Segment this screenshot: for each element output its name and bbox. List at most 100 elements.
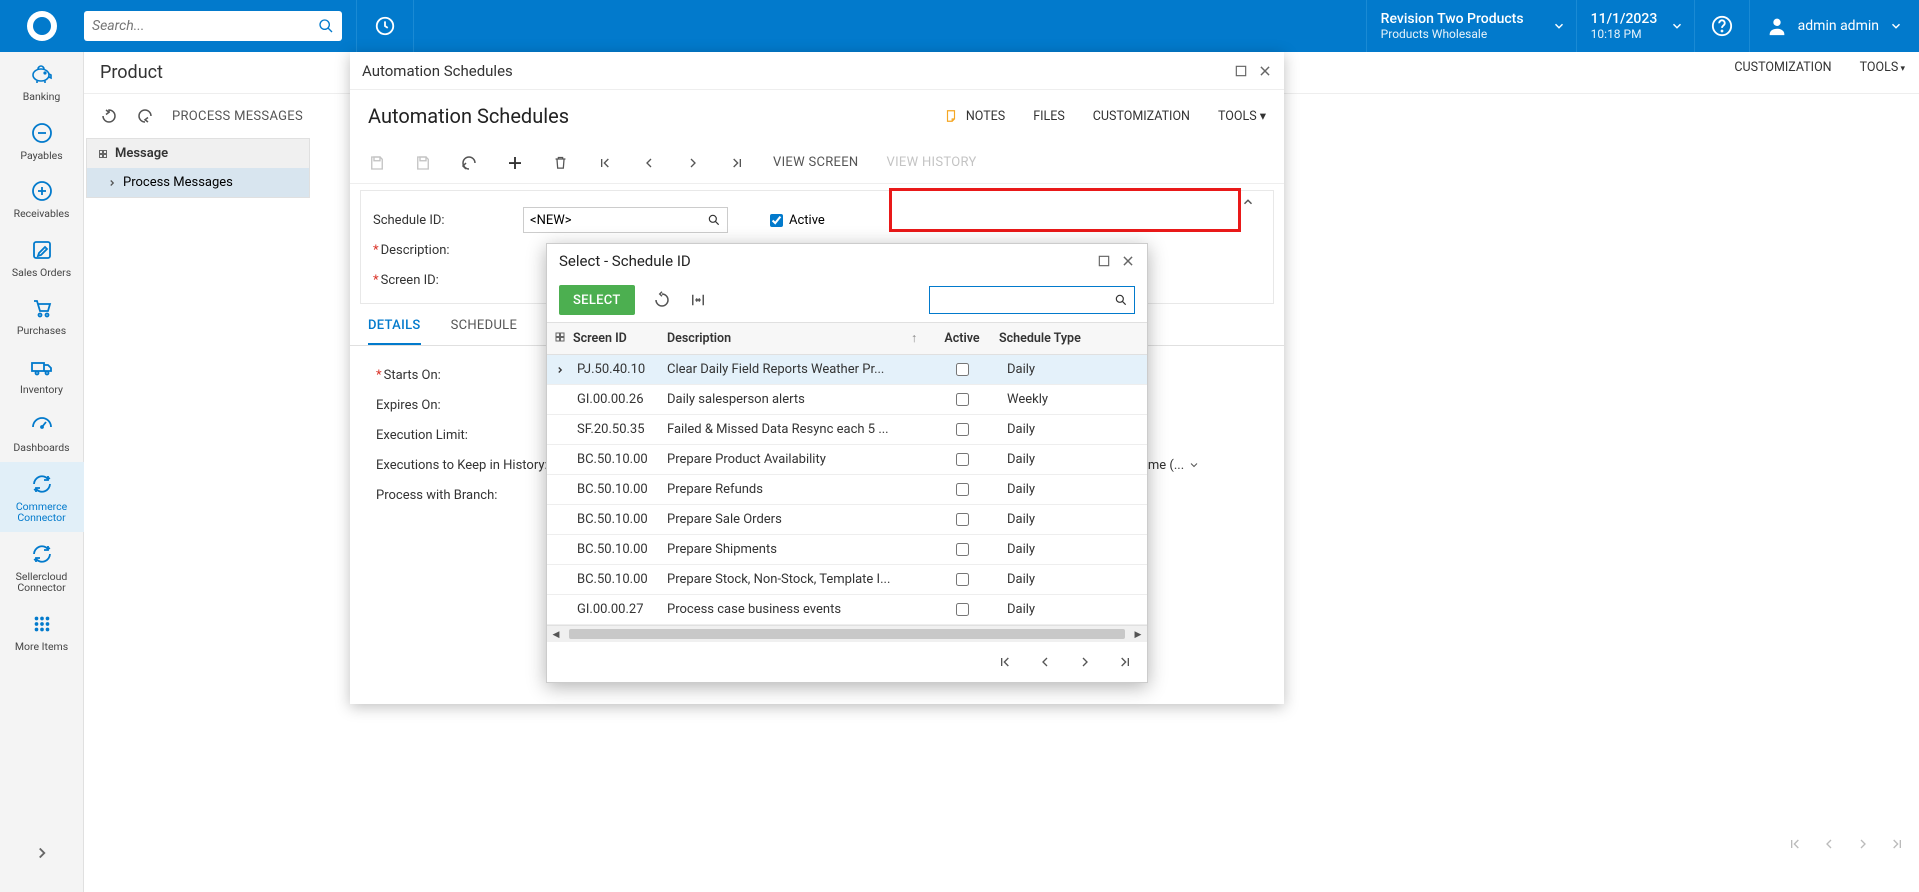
popup-search-input[interactable]	[936, 293, 1114, 308]
files-button[interactable]: FILES	[1033, 109, 1065, 124]
last-page-icon[interactable]	[1889, 836, 1905, 852]
column-config-icon[interactable]	[547, 323, 573, 354]
nav-purchases[interactable]: Purchases	[0, 286, 84, 345]
nav-receivables[interactable]: Receivables	[0, 169, 84, 228]
active-checkbox[interactable]	[956, 513, 969, 526]
maximize-icon[interactable]	[1234, 64, 1248, 78]
prev-record-icon[interactable]	[641, 155, 657, 171]
active-checkbox[interactable]	[956, 573, 969, 586]
nav-commerce-connector[interactable]: Commerce Connector	[0, 462, 84, 532]
prev-page-icon[interactable]	[1037, 654, 1053, 670]
cell-screen-id: BC.50.10.00	[573, 542, 667, 557]
prev-page-icon[interactable]	[1821, 836, 1837, 852]
message-panel-header[interactable]: Message	[87, 139, 309, 168]
tools-menu[interactable]: TOOLS	[1860, 60, 1905, 75]
popup-search[interactable]	[929, 286, 1135, 314]
cell-schedule-type: Daily	[999, 572, 1147, 587]
tab-schedule[interactable]: SCHEDULE	[451, 308, 518, 345]
grid-row[interactable]: GI.00.00.26Daily salesperson alertsWeekl…	[547, 385, 1147, 415]
customization-button[interactable]: CUSTOMIZATION	[1093, 109, 1190, 124]
discard-icon[interactable]	[460, 154, 478, 172]
cell-description: Daily salesperson alerts	[667, 392, 911, 407]
first-page-icon[interactable]	[1787, 836, 1803, 852]
lookup-icon[interactable]	[707, 213, 721, 227]
first-page-icon[interactable]	[997, 654, 1013, 670]
col-description[interactable]: Description	[667, 323, 911, 354]
modal-heading: Automation Schedules	[368, 104, 569, 128]
nav-banking[interactable]: Banking	[0, 52, 84, 111]
col-schedule-type[interactable]: Schedule Type	[999, 323, 1147, 354]
nav-more-items[interactable]: More Items	[0, 602, 84, 661]
tenant-switcher[interactable]: Revision Two Products Products Wholesale	[1366, 0, 1576, 52]
grid-row[interactable]: GI.00.00.27Process case business eventsD…	[547, 595, 1147, 625]
next-page-icon[interactable]	[1855, 836, 1871, 852]
active-checkbox[interactable]	[956, 423, 969, 436]
nav-sales-orders[interactable]: Sales Orders	[0, 228, 84, 287]
help-button[interactable]	[1694, 0, 1749, 52]
view-screen-button[interactable]: VIEW SCREEN	[773, 155, 859, 170]
active-checkbox[interactable]	[770, 214, 783, 227]
search-icon[interactable]	[318, 18, 334, 34]
cell-screen-id: BC.50.10.00	[573, 452, 667, 467]
grid-row[interactable]: BC.50.10.00Prepare RefundsDaily	[547, 475, 1147, 505]
sort-asc-icon[interactable]: ↑	[911, 323, 925, 354]
maximize-icon[interactable]	[1097, 254, 1111, 268]
page-title: Product	[100, 62, 163, 83]
next-page-icon[interactable]	[1077, 654, 1093, 670]
active-checkbox[interactable]	[956, 603, 969, 616]
user-menu[interactable]: admin admin	[1749, 0, 1919, 52]
tab-details[interactable]: DETAILS	[368, 308, 421, 345]
message-row[interactable]: Process Messages	[87, 168, 309, 197]
user-name: admin admin	[1798, 18, 1879, 34]
close-icon[interactable]	[1258, 64, 1272, 78]
fit-columns-icon[interactable]	[689, 291, 707, 309]
notes-button[interactable]: NOTES	[966, 109, 1005, 124]
undo-icon[interactable]	[136, 107, 154, 125]
nav-dashboards[interactable]: Dashboards	[0, 403, 84, 462]
last-page-icon[interactable]	[1117, 654, 1133, 670]
next-record-icon[interactable]	[685, 155, 701, 171]
grid-row[interactable]: PJ.50.40.10Clear Daily Field Reports Wea…	[547, 355, 1147, 385]
grid-row[interactable]: SF.20.50.35Failed & Missed Data Resync e…	[547, 415, 1147, 445]
last-record-icon[interactable]	[729, 155, 745, 171]
nav-payables[interactable]: Payables	[0, 111, 84, 170]
refresh-icon[interactable]	[653, 291, 671, 309]
customization-menu[interactable]: CUSTOMIZATION	[1734, 60, 1831, 75]
col-active[interactable]: Active	[925, 323, 999, 354]
col-screen-id[interactable]: Screen ID	[573, 323, 667, 354]
delete-icon[interactable]	[552, 154, 569, 171]
schedule-id-input[interactable]: <NEW>	[523, 207, 728, 233]
clock-icon[interactable]	[371, 12, 399, 40]
app-logo[interactable]	[0, 11, 84, 41]
keep-history-label: Executions to Keep in History:	[376, 458, 548, 473]
first-record-icon[interactable]	[597, 155, 613, 171]
cell-active	[925, 453, 999, 466]
active-checkbox[interactable]	[956, 393, 969, 406]
add-icon[interactable]	[506, 154, 524, 172]
collapse-icon[interactable]	[1241, 195, 1255, 209]
process-messages-button[interactable]: PROCESS MESSAGES	[172, 109, 303, 124]
active-checkbox[interactable]	[956, 543, 969, 556]
search-input[interactable]	[92, 18, 318, 34]
nav-inventory[interactable]: Inventory	[0, 345, 84, 404]
select-button[interactable]: SELECT	[559, 285, 635, 315]
active-checkbox[interactable]	[956, 453, 969, 466]
nav-expand-button[interactable]	[33, 830, 51, 892]
scroll-left-icon[interactable]: ◀	[547, 626, 565, 643]
business-date[interactable]: 11/1/2023 10:18 PM	[1576, 0, 1694, 52]
grid-row[interactable]: BC.50.10.00Prepare Sale OrdersDaily	[547, 505, 1147, 535]
active-checkbox[interactable]	[956, 483, 969, 496]
nav-sellercloud-connector[interactable]: Sellercloud Connector	[0, 532, 84, 602]
scroll-right-icon[interactable]: ▶	[1129, 626, 1147, 643]
close-icon[interactable]	[1121, 254, 1135, 268]
horizontal-scrollbar[interactable]: ◀ ▶	[547, 625, 1147, 642]
global-search[interactable]	[84, 11, 342, 41]
active-checkbox[interactable]	[956, 363, 969, 376]
tools-button[interactable]: TOOLS ▾	[1218, 108, 1266, 124]
grid-row[interactable]: BC.50.10.00Prepare Product AvailabilityD…	[547, 445, 1147, 475]
grid-row[interactable]: BC.50.10.00Prepare Stock, Non-Stock, Tem…	[547, 565, 1147, 595]
active-checkbox-wrap[interactable]: Active	[770, 213, 825, 228]
grid-row[interactable]: BC.50.10.00Prepare ShipmentsDaily	[547, 535, 1147, 565]
refresh-icon[interactable]	[100, 107, 118, 125]
note-icon[interactable]	[944, 109, 958, 123]
